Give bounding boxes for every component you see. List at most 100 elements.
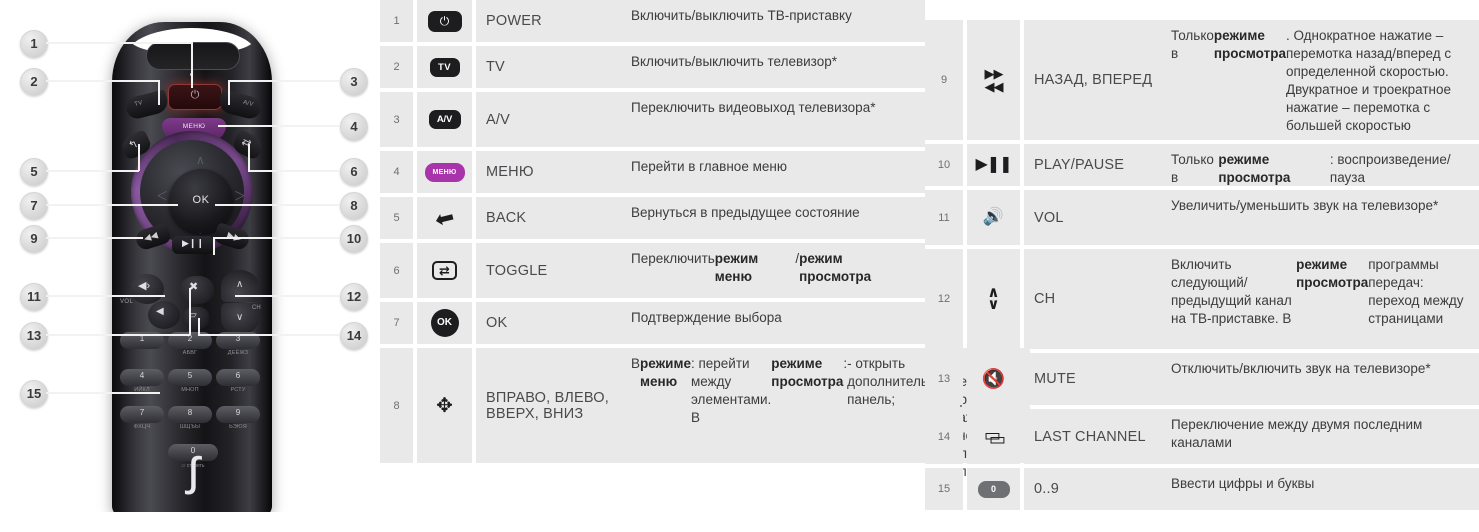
- leader-line-2: [46, 80, 159, 82]
- description-text: Включить/выключить ТВ-приставку: [631, 8, 852, 23]
- button-description: Перейти в главное меню: [619, 151, 925, 193]
- button-name: CH: [1024, 249, 1159, 349]
- leader-line-7: [46, 204, 178, 206]
- volume-down-icon: ◀: [156, 306, 164, 317]
- leader-line-13: [46, 334, 190, 336]
- leader-line-11: [46, 295, 165, 297]
- dpad-up-icon[interactable]: ∧: [196, 154, 205, 166]
- power-icon: ⏻: [427, 10, 462, 32]
- remote-av-label: A/V: [242, 99, 255, 109]
- leader-line-6: [248, 170, 340, 172]
- row-number: 14: [925, 409, 963, 464]
- remote-key-digit: 7: [139, 408, 145, 417]
- button-description: Ввести цифры и буквы: [1159, 468, 1479, 510]
- button-icon-cell: ∧ ∨: [967, 249, 1020, 349]
- remote-volume-down-button[interactable]: ◀: [148, 301, 180, 329]
- table-row: 5 ⬅ BACK Вернуться в предыдущее состояние: [380, 197, 925, 243]
- leader-line-9: [46, 237, 143, 239]
- leader-line-1b: [191, 42, 193, 88]
- description-text: В: [631, 356, 641, 371]
- remote-mute-button[interactable]: ✖: [180, 276, 214, 304]
- leader-line-15: [46, 392, 160, 394]
- remote-key-8[interactable]: 8: [168, 406, 212, 423]
- dpad-left-icon[interactable]: ＜: [156, 190, 168, 202]
- remote-channel-up-button[interactable]: ∧: [221, 270, 259, 302]
- description-text: Переключить: [631, 251, 715, 266]
- description-text: программы передач: переход между страниц…: [1368, 257, 1464, 326]
- button-name: POWER: [476, 0, 619, 42]
- table-row: 4 МЕНЮ МЕНЮ Перейти в главное меню: [380, 151, 925, 197]
- row-number: 15: [925, 468, 963, 510]
- row-number: 2: [380, 46, 413, 88]
- button-icon-cell: TV: [417, 46, 472, 88]
- description-text: Увеличить/уменьшить звук на телевизоре*: [1171, 198, 1439, 213]
- button-name: 0..9: [1024, 468, 1159, 510]
- remote-play-pause-button[interactable]: ▶❙❙: [172, 236, 214, 254]
- row-number: 11: [925, 190, 963, 245]
- remote-last-channel-button[interactable]: ▱: [183, 307, 209, 329]
- leader-line-5: [46, 170, 139, 172]
- remote-key-4[interactable]: 4: [120, 369, 164, 386]
- button-icon-cell: МЕНЮ: [417, 151, 472, 193]
- remote-key-6[interactable]: 6: [216, 369, 260, 386]
- leader-line-3b: [228, 80, 230, 105]
- remote-key-digit: 9: [235, 408, 241, 417]
- button-name: A/V: [476, 92, 619, 147]
- button-name: TOGGLE: [476, 243, 619, 298]
- table-row: 10 ▶❚❚ PLAY/PAUSE Только в режиме просмотра…: [925, 144, 1479, 190]
- callout-9: 9: [20, 225, 48, 253]
- toggle-icon: ⇄: [432, 261, 457, 280]
- remote-key-letters: РСТУ: [230, 387, 246, 393]
- remote-key-letters: ФХЦЧ: [133, 424, 151, 430]
- power-icon: ⏻: [190, 89, 200, 101]
- button-description: Подтверждение выбора: [619, 302, 925, 344]
- volume-up-icon: ◀›: [138, 280, 151, 292]
- table-row: 14 ▭▭ LAST CHANNEL Переключение между двумя…: [925, 409, 1479, 468]
- description-emphasis: режиме меню: [640, 356, 691, 389]
- table-row: 15 0 0..9 Ввести цифры и буквы: [925, 468, 1479, 514]
- rewind-forward-icon: ▶▶ ◀◀: [984, 66, 1004, 94]
- remote-volume-up-button[interactable]: ◀›: [130, 274, 164, 304]
- remote-key-5[interactable]: 5: [168, 369, 212, 386]
- button-description: Переключение между двумя последним канал…: [1159, 409, 1479, 464]
- leader-line-12: [235, 295, 340, 297]
- button-name: PLAY/PAUSE: [1024, 144, 1159, 186]
- row-number: 4: [380, 151, 413, 193]
- channel-up-icon: ∧: [236, 279, 244, 290]
- remote-key-letters: ЬЭЮЯ: [229, 424, 247, 430]
- button-icon-cell: A/V: [417, 92, 472, 147]
- button-name: BACK: [476, 197, 619, 239]
- button-name: НАЗАД, ВПЕРЕД: [1024, 20, 1159, 140]
- remote-ch-label: CH: [252, 305, 261, 311]
- description-text: Перейти в главное меню: [631, 159, 787, 174]
- tv-icon: TV: [429, 57, 460, 77]
- button-name: MUTE: [1024, 353, 1159, 405]
- button-icon-cell: 0: [967, 468, 1020, 510]
- row-number: 3: [380, 92, 413, 147]
- button-icon-cell: ⏻: [417, 0, 472, 42]
- description-emphasis: режиме просмотра: [1218, 152, 1291, 185]
- leader-line-14: [198, 334, 340, 336]
- callout-2: 2: [20, 68, 48, 96]
- table-column-left: 1 ⏻ POWER Включить/выключить ТВ-приставку 2 T…: [380, 0, 1031, 512]
- remote-key-9[interactable]: 9: [216, 406, 260, 423]
- table-column-right: 9 ▶▶ ◀◀ НАЗАД, ВПЕРЕД Только в режиме просмо…: [925, 0, 1479, 532]
- button-icon-cell: ⬅: [417, 197, 472, 239]
- description-emphasis: режим меню: [714, 251, 759, 284]
- remote-key-letters: ДЕЁЖЗ: [227, 350, 249, 356]
- button-reference-table: 1 ⏻ POWER Включить/выключить ТВ-приставку 2 T…: [380, 0, 1479, 512]
- button-name: ВПРАВО, ВЛЕВО, ВВЕРХ, ВНИЗ: [476, 348, 619, 463]
- table-row: 9 ▶▶ ◀◀ НАЗАД, ВПЕРЕД Только в режиме просмо…: [925, 20, 1479, 144]
- description-text: Только в: [1171, 28, 1214, 61]
- callout-3: 3: [340, 68, 368, 96]
- table-row: 8 ✥ ВПРАВО, ВЛЕВО, ВВЕРХ, ВНИЗ В режиме мен…: [380, 348, 1031, 479]
- description-text: Подтверждение выбора: [631, 310, 782, 325]
- remote-key-7[interactable]: 7: [120, 406, 164, 423]
- leader-line-6b: [248, 144, 250, 171]
- dpad-right-icon[interactable]: ＞: [234, 190, 246, 202]
- remote-menu-label: МЕНЮ: [182, 123, 206, 130]
- table-row: 3 A/V A/V Переключить видеовыход телевизора…: [380, 92, 925, 151]
- row-number: 5: [380, 197, 413, 239]
- callout-4: 4: [340, 113, 368, 141]
- channel-up-down-icon: ∧ ∨: [987, 284, 1000, 313]
